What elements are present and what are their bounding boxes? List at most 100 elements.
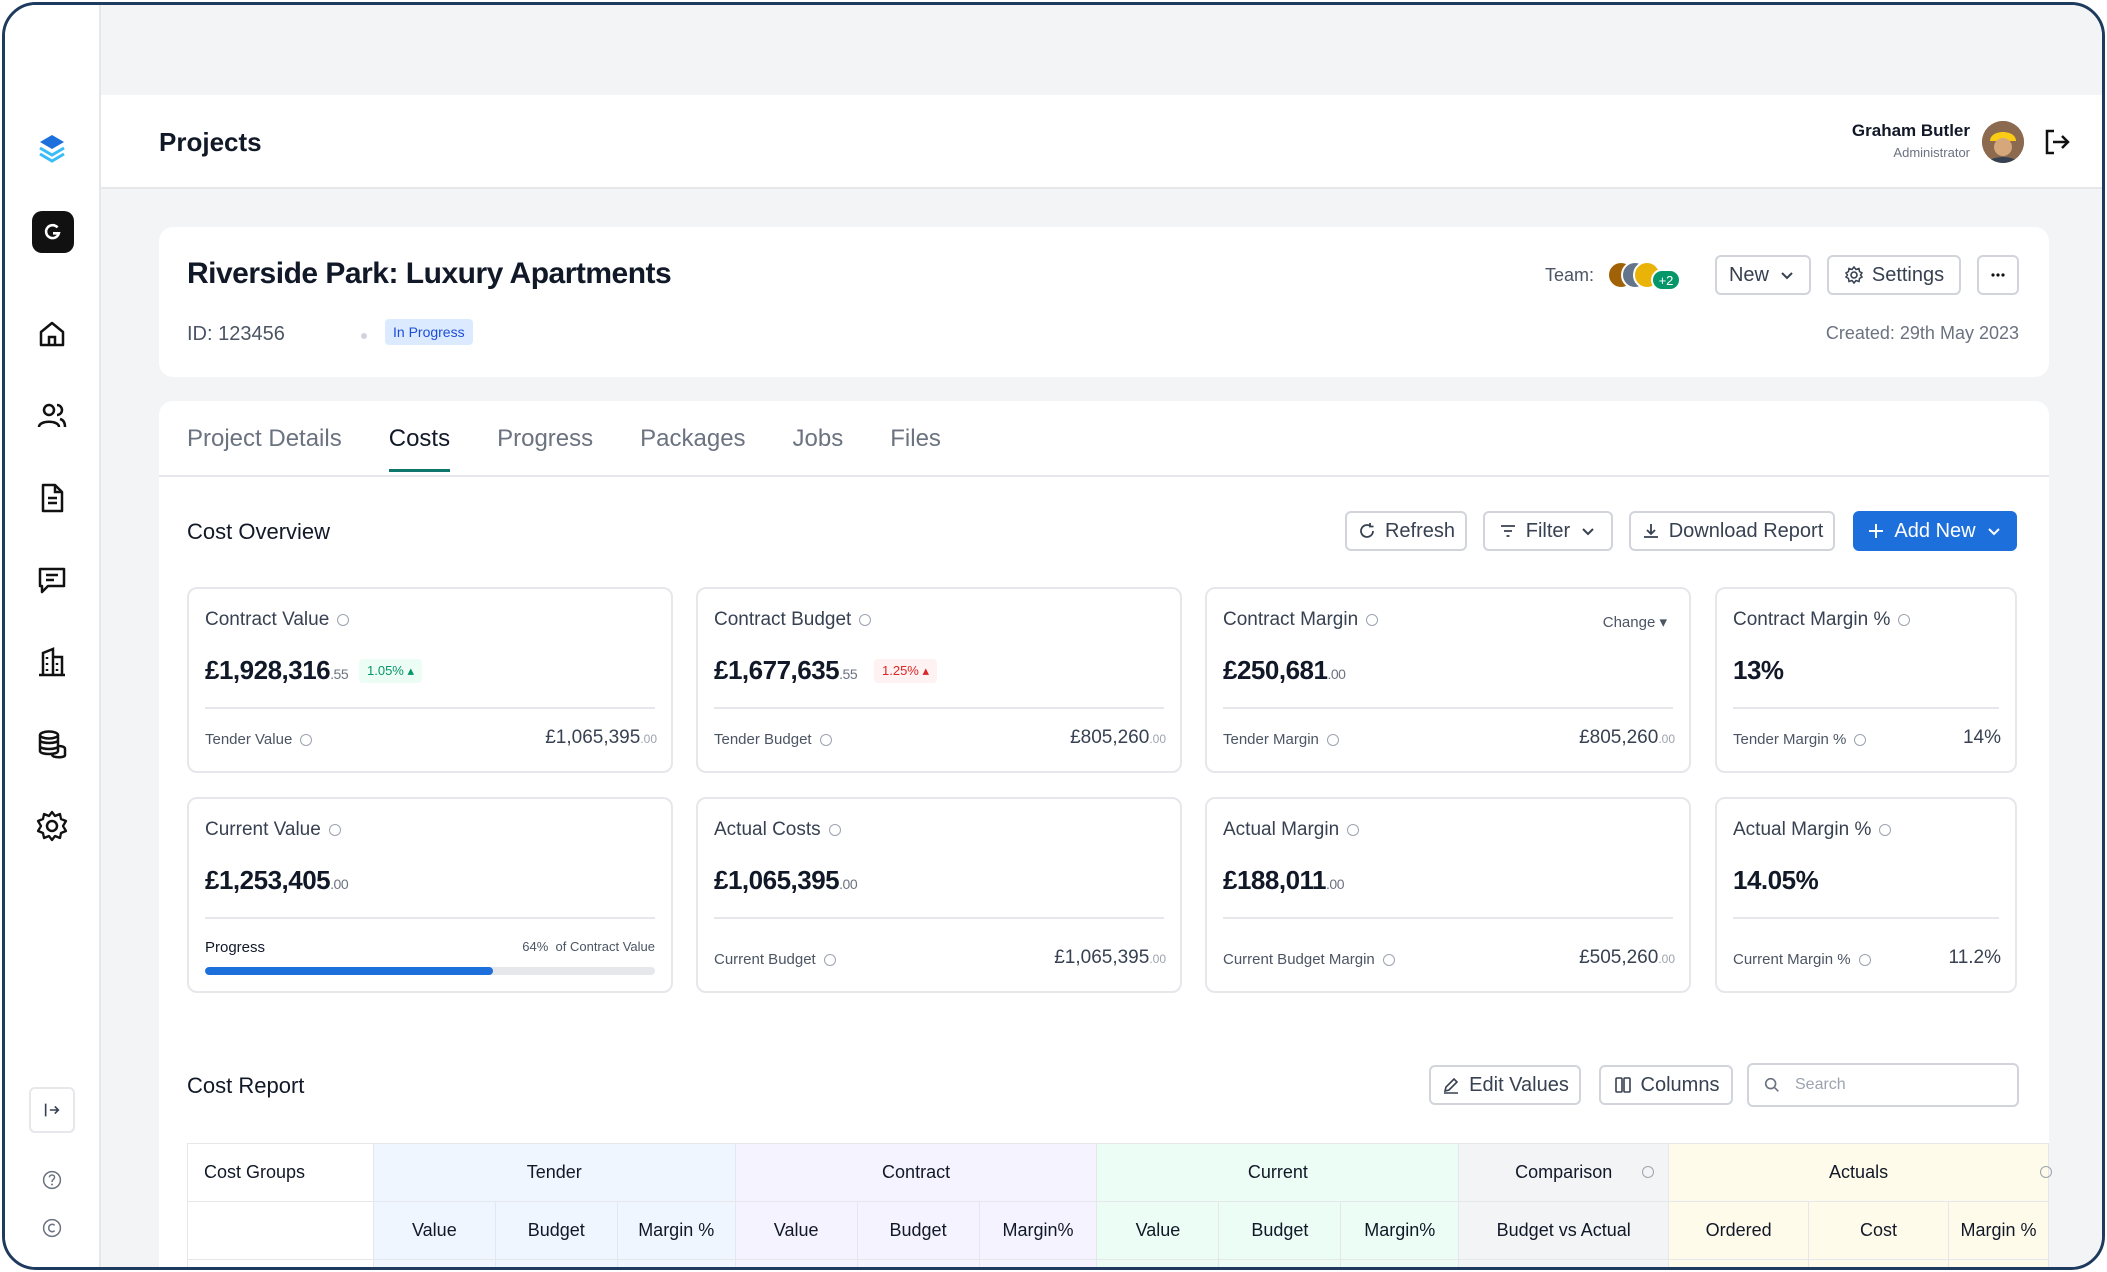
column-header-actuals-ordered[interactable]: Ordered [1668,1201,1810,1260]
metric-label: Actual Costs [714,819,841,841]
table-cell [187,1259,374,1267]
info-icon[interactable] [1347,824,1360,836]
edit-values-label: Edit Values [1469,1073,1569,1096]
tab-jobs[interactable]: Jobs [793,425,844,472]
metric-value: £188,011.00 [1223,865,1344,896]
info-icon[interactable] [859,614,872,626]
metric-sub-value-pence: .00 [1658,952,1675,966]
home-icon[interactable] [29,311,75,357]
main-area: Projects Graham Butler Administrator Riv… [101,5,2102,1267]
more-options-button[interactable] [1977,255,2019,295]
add-new-button[interactable]: Add New [1853,511,2017,551]
info-icon[interactable] [819,733,832,746]
users-icon[interactable] [29,393,75,439]
column-header-tender-margin[interactable]: Margin % [616,1201,736,1260]
metric-value-pence: .00 [839,876,858,892]
metric-value-pence: .55 [839,666,858,682]
column-header-current-margin[interactable]: Margin% [1340,1201,1460,1260]
tab-project-details[interactable]: Project Details [187,425,342,472]
info-icon[interactable] [828,824,841,836]
messages-icon[interactable] [29,557,75,603]
metric-contract-budget: Contract Budget £1,677,635.55 1.25% ▴ Te… [696,587,1182,773]
metric-sub-value: 11.2% [1948,947,2001,968]
metric-label-text: Actual Costs [714,819,821,840]
tab-packages[interactable]: Packages [640,425,745,472]
group-header-comparison-label: Comparison [1515,1162,1613,1182]
tab-files[interactable]: Files [890,425,941,472]
building-icon[interactable] [29,639,75,685]
metric-sub-value: 14% [1962,727,2001,748]
progress-bar-fill [205,967,493,975]
workspace-logo-icon[interactable] [32,211,74,253]
document-icon[interactable] [29,475,75,521]
search-placeholder: Search [1795,1076,1846,1093]
info-icon[interactable] [2040,1166,2052,1178]
metric-value-main: £250,681 [1223,655,1328,685]
column-header-current-budget[interactable]: Budget [1218,1201,1342,1260]
column-header-tender-value[interactable]: Value [372,1201,496,1260]
metric-sub-label: Current Budget [714,951,836,968]
user-info[interactable]: Graham Butler Administrator [1852,121,1970,160]
info-icon[interactable] [1854,733,1867,746]
metric-sub-value: £805,260.00 [1070,727,1166,749]
plus-icon [1869,524,1884,538]
info-icon[interactable] [337,614,350,626]
info-icon[interactable] [300,733,313,746]
info-icon[interactable] [823,953,836,966]
column-header-contract-margin[interactable]: Margin% [978,1201,1098,1260]
metric-sub-value-pence: .00 [1149,732,1166,746]
new-dropdown-button[interactable]: New [1715,255,1811,295]
info-icon[interactable] [1642,1166,1655,1178]
info-icon[interactable] [1326,733,1339,746]
finance-stack-icon[interactable] [29,721,75,767]
help-icon[interactable] [29,1157,75,1203]
app-logo-icon[interactable] [29,125,75,171]
info-icon[interactable] [1366,614,1379,626]
edit-values-button[interactable]: Edit Values [1429,1065,1581,1105]
column-header-current-value[interactable]: Value [1096,1201,1220,1260]
column-header-contract-budget[interactable]: Budget [856,1201,980,1260]
column-header-actuals-cost[interactable]: Cost [1808,1201,1949,1260]
column-header-actuals-margin[interactable]: Margin % [1947,1201,2050,1260]
metric-actual-costs: Actual Costs £1,065,395.00 Current Budge… [696,797,1182,993]
info-icon[interactable] [1879,824,1892,836]
tab-progress[interactable]: Progress [497,425,593,472]
change-dropdown[interactable]: Change ▾ [1603,613,1667,631]
info-icon[interactable] [1898,614,1911,626]
divider [1733,707,1999,709]
tab-costs[interactable]: Costs [388,425,451,472]
column-header-contract-value[interactable]: Value [734,1201,858,1260]
progress-label: Progress [205,939,266,956]
cost-report-table: Cost Groups Tender Contract Current Comp… [187,1143,2052,1267]
avatar[interactable] [1982,121,2024,163]
copyright-icon[interactable] [29,1205,75,1251]
download-report-label: Download Report [1668,519,1824,542]
team-more-count: +2 [1651,269,1681,291]
settings-button[interactable]: Settings [1827,255,1961,295]
info-icon[interactable] [1382,953,1395,966]
column-header-cost-groups[interactable]: Cost Groups [187,1143,374,1202]
metric-label-text: Contract Value [205,609,330,630]
column-header-tender-budget[interactable]: Budget [494,1201,618,1260]
table-cell [1096,1259,1220,1267]
column-header-budget-vs-actual[interactable]: Budget vs Actual [1458,1201,1670,1260]
table-group-header-row: Cost Groups Tender Contract Current Comp… [187,1143,2052,1202]
download-report-button[interactable]: Download Report [1629,511,1835,551]
refresh-button[interactable]: Refresh [1345,511,1467,551]
search-input[interactable]: Search [1747,1063,2019,1107]
filter-button[interactable]: Filter [1483,511,1613,551]
settings-gear-icon[interactable] [29,803,75,849]
logout-icon[interactable] [2042,127,2072,157]
expand-sidebar-icon[interactable] [29,1087,75,1133]
team-avatars[interactable]: +2 [1607,261,1681,291]
metric-sub-value: £805,260.00 [1579,727,1675,749]
info-icon[interactable] [1858,953,1871,966]
metric-label: Contract Value [205,609,350,631]
group-header-actuals: Actuals [1668,1143,2052,1202]
refresh-icon [1360,523,1374,538]
columns-button[interactable]: Columns [1599,1065,1733,1105]
progress-note: 64% of Contract Value [522,939,655,954]
metric-sub-value-main: £805,260 [1579,727,1659,748]
project-id: ID: 123456 [187,323,285,345]
info-icon[interactable] [328,824,341,836]
